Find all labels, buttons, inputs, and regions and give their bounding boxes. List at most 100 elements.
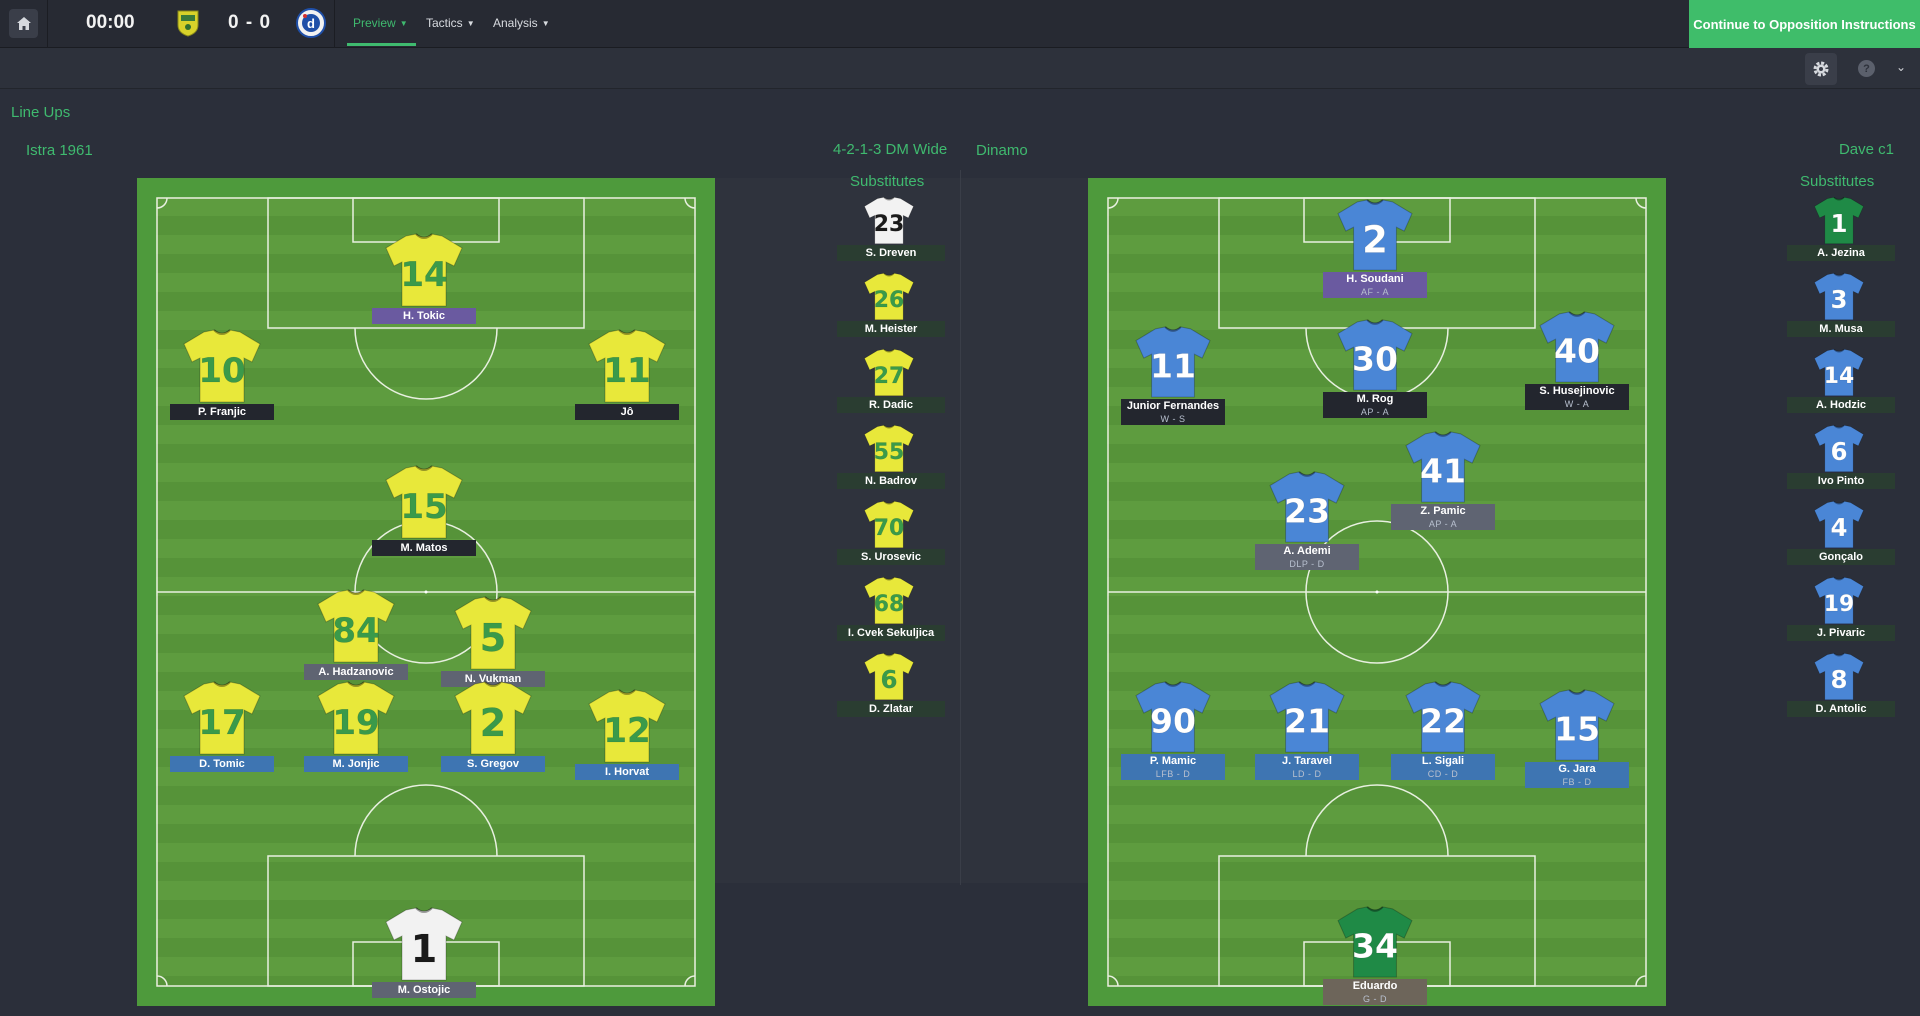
player-role: AP - A: [1360, 407, 1390, 417]
shirt-icon: 84: [317, 589, 395, 663]
away-substitutes-title: Substitutes: [1800, 173, 1875, 190]
substitute-card[interactable]: 6 Ivo Pinto: [1787, 424, 1895, 489]
continue-button[interactable]: Continue to Opposition Instructions: [1689, 0, 1920, 48]
player-name: N. Badrov: [865, 475, 917, 487]
substitute-card[interactable]: 1 A. Jezina: [1787, 196, 1895, 261]
player-card[interactable]: 23 A. Ademi DLP - D: [1255, 470, 1359, 570]
player-nameplate: M. Matos: [372, 540, 476, 556]
player-card[interactable]: 14 H. Tokic: [372, 232, 476, 324]
player-name: R. Dadic: [868, 399, 913, 411]
substitute-card[interactable]: 23 S. Dreven: [837, 196, 945, 261]
shirt-icon: 1: [385, 907, 463, 981]
substitute-card[interactable]: 14 A. Hodzic: [1787, 348, 1895, 413]
player-card[interactable]: 90 P. Mamic LFB - D: [1121, 680, 1225, 780]
player-card[interactable]: 15 G. Jara FB - D: [1525, 688, 1629, 788]
shirt-icon: 2: [1337, 199, 1413, 271]
player-name: P. Franjic: [197, 406, 247, 418]
player-nameplate: Junior Fernandes W - S: [1121, 399, 1225, 425]
player-name: Ivo Pinto: [1817, 475, 1865, 487]
substitute-card[interactable]: 70 S. Urosevic: [837, 500, 945, 565]
substitute-card[interactable]: 19 J. Pivaric: [1787, 576, 1895, 641]
player-card[interactable]: 40 S. Husejinovic W - A: [1525, 310, 1629, 410]
chevron-down-icon: ▼: [541, 18, 550, 28]
home-icon: [16, 17, 31, 30]
player-card[interactable]: 11 Junior Fernandes W - S: [1121, 325, 1225, 425]
goalkeeper-card[interactable]: 34 Eduardo G - D: [1323, 905, 1427, 1005]
player-nameplate: J. Pivaric: [1787, 625, 1895, 641]
substitute-card[interactable]: 4 Gonçalo: [1787, 500, 1895, 565]
shirt-icon: 15: [1539, 689, 1615, 761]
chevron-down-icon[interactable]: ⌄: [1896, 60, 1906, 74]
player-name: S. Husejinovic: [1539, 385, 1615, 397]
player-nameplate: S. Husejinovic W - A: [1525, 384, 1629, 410]
home-team-name: Istra 1961: [26, 142, 93, 159]
goalkeeper-card[interactable]: 1 M. Ostojic: [372, 906, 476, 998]
player-card[interactable]: 2 H. Soudani AF - A: [1323, 198, 1427, 298]
player-card[interactable]: 19 M. Jonjic: [304, 680, 408, 772]
player-role: G - D: [1363, 994, 1387, 1004]
player-card[interactable]: 12 I. Horvat: [575, 688, 679, 780]
home-button[interactable]: [9, 9, 38, 38]
help-icon[interactable]: ?: [1858, 60, 1875, 77]
svg-text:30: 30: [1352, 340, 1398, 379]
substitute-card[interactable]: 68 I. Cvek Sekuljica: [837, 576, 945, 641]
shirt-icon: 68: [864, 576, 914, 625]
player-name: Eduardo: [1352, 980, 1398, 992]
player-nameplate: Z. Pamic AP - A: [1391, 504, 1495, 530]
player-card[interactable]: 41 Z. Pamic AP - A: [1391, 430, 1495, 530]
player-name: S. Urosevic: [861, 551, 921, 563]
substitute-card[interactable]: 55 N. Badrov: [837, 424, 945, 489]
player-name: S. Dreven: [865, 247, 917, 259]
substitute-card[interactable]: 26 M. Heister: [837, 272, 945, 337]
svg-text:19: 19: [1824, 592, 1855, 617]
player-card[interactable]: 21 J. Taravel LD - D: [1255, 680, 1359, 780]
tab-analysis[interactable]: Analysis ▼: [493, 16, 550, 30]
player-role: CD - D: [1427, 769, 1459, 779]
section-title: Line Ups: [11, 104, 71, 121]
svg-text:3: 3: [1830, 285, 1847, 314]
player-nameplate: D. Zlatar: [837, 701, 945, 717]
shirt-icon: 41: [1405, 431, 1481, 503]
player-card[interactable]: 30 M. Rog AP - A: [1323, 318, 1427, 418]
player-card[interactable]: 11 Jô: [575, 328, 679, 420]
player-nameplate: M. Heister: [837, 321, 945, 337]
substitute-card[interactable]: 6 D. Zlatar: [837, 652, 945, 717]
away-team-badge-icon: d: [296, 8, 326, 43]
shirt-icon: 8: [1814, 652, 1864, 701]
chevron-down-icon: ▼: [466, 18, 475, 28]
player-nameplate: P. Franjic: [170, 404, 274, 420]
player-name: M. Musa: [1819, 323, 1863, 335]
shirt-icon: 40: [1539, 311, 1615, 383]
svg-text:27: 27: [874, 364, 905, 389]
player-card[interactable]: 2 S. Gregov: [441, 680, 545, 772]
player-role: W - A: [1564, 399, 1590, 409]
formation-label[interactable]: 4-2-1-3 DM Wide: [833, 141, 947, 158]
tab-label: Preview: [353, 16, 396, 30]
svg-text:84: 84: [332, 611, 379, 651]
player-card[interactable]: 84 A. Hadzanovic: [304, 588, 408, 680]
player-nameplate: D. Antolic: [1787, 701, 1895, 717]
substitute-card[interactable]: 27 R. Dadic: [837, 348, 945, 413]
substitute-card[interactable]: 3 M. Musa: [1787, 272, 1895, 337]
svg-text:23: 23: [874, 212, 905, 237]
svg-text:1: 1: [411, 927, 437, 971]
shirt-icon: 6: [1814, 424, 1864, 473]
shirt-icon: 14: [385, 233, 463, 307]
player-card[interactable]: 15 M. Matos: [372, 464, 476, 556]
player-nameplate: A. Ademi DLP - D: [1255, 544, 1359, 570]
tab-tactics[interactable]: Tactics ▼: [426, 16, 475, 30]
player-card[interactable]: 22 L. Sigali CD - D: [1391, 680, 1495, 780]
player-nameplate: M. Musa: [1787, 321, 1895, 337]
player-nameplate: N. Badrov: [837, 473, 945, 489]
settings-button[interactable]: [1805, 53, 1837, 85]
player-card[interactable]: 17 D. Tomic: [170, 680, 274, 772]
svg-text:12: 12: [603, 711, 650, 751]
svg-text:90: 90: [1150, 702, 1196, 741]
player-nameplate: G. Jara FB - D: [1525, 762, 1629, 788]
player-card[interactable]: 5 N. Vukman: [441, 595, 545, 687]
tab-preview[interactable]: Preview ▼: [353, 16, 408, 30]
substitute-card[interactable]: 8 D. Antolic: [1787, 652, 1895, 717]
player-card[interactable]: 10 P. Franjic: [170, 328, 274, 420]
svg-text:23: 23: [1284, 492, 1330, 531]
svg-text:41: 41: [1420, 452, 1466, 491]
